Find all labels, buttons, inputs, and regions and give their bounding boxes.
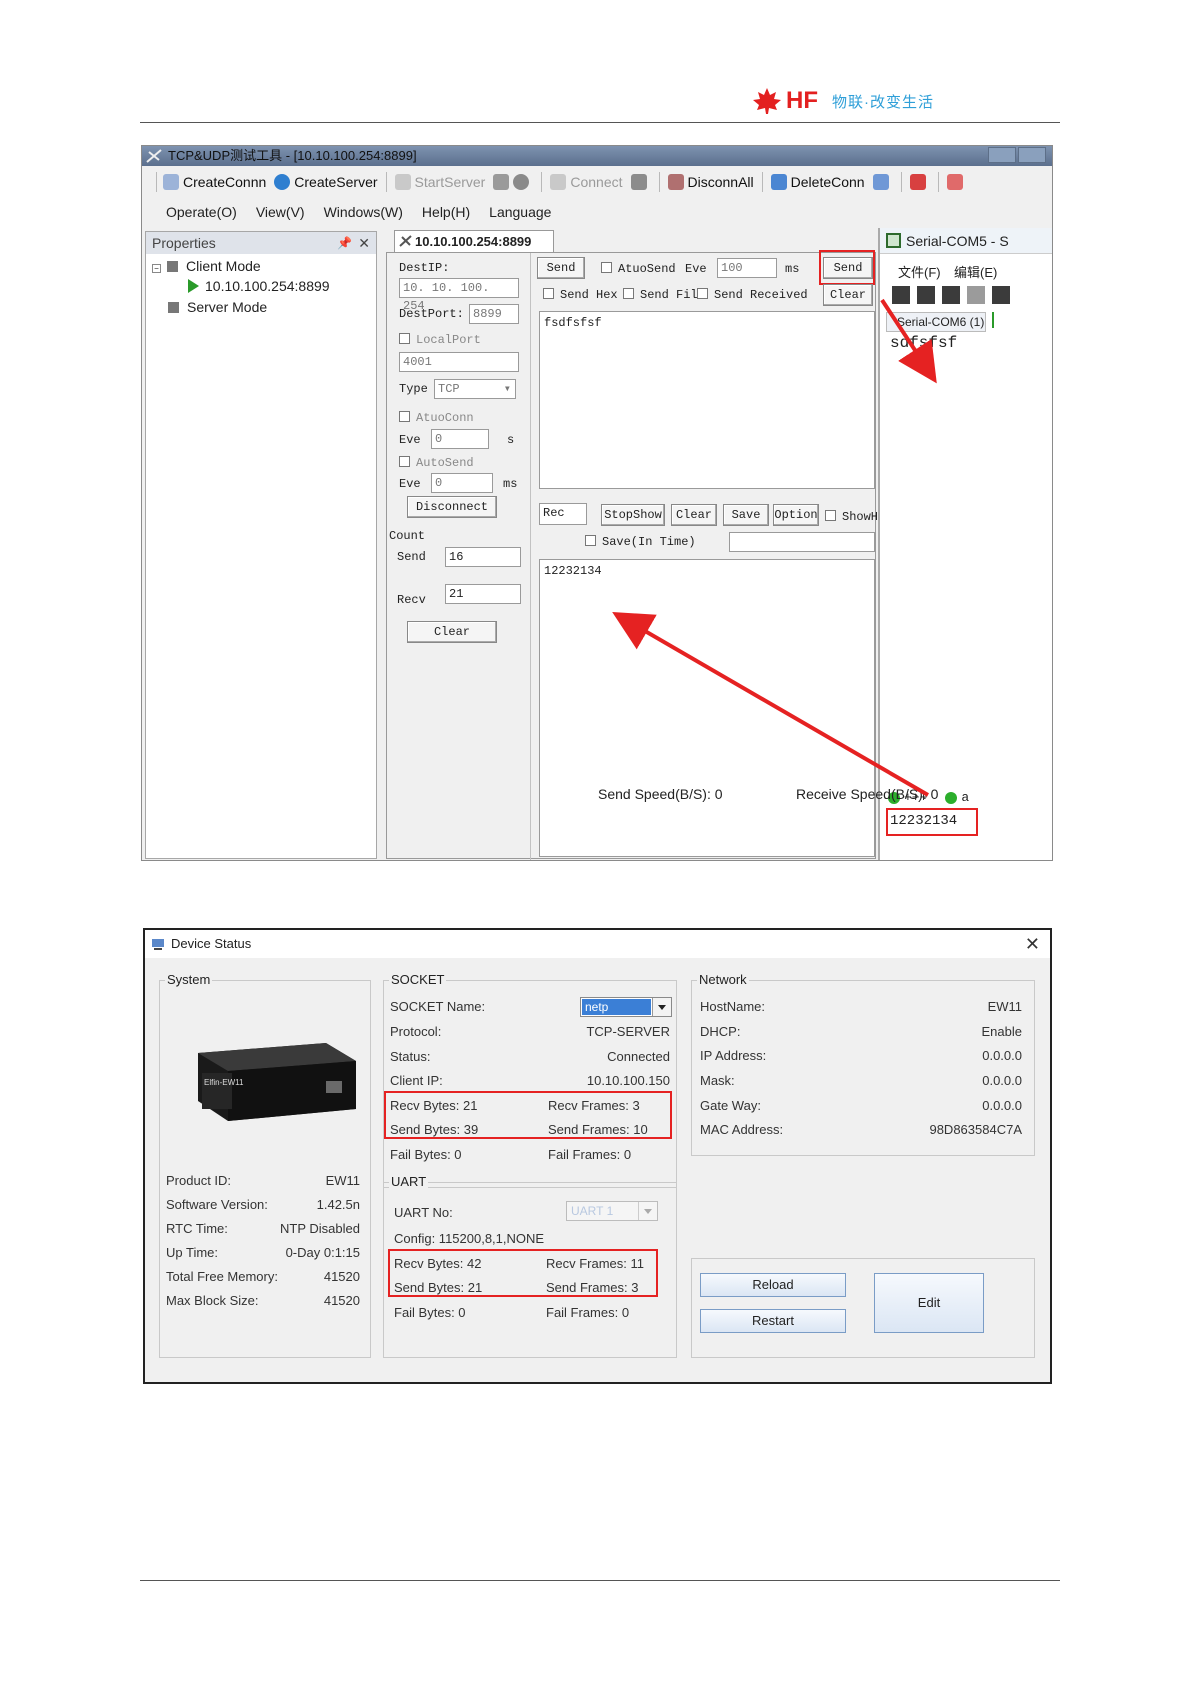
network-group-label: Network bbox=[697, 972, 749, 988]
client-ip-label: Client IP: bbox=[390, 1073, 443, 1088]
status-label: Status: bbox=[390, 1049, 431, 1064]
up-time-value: 0-Day 0:1:15 bbox=[285, 1245, 360, 1260]
software-version-value: 1.42.5n bbox=[316, 1197, 360, 1212]
rtc-time-label: RTC Time: bbox=[166, 1221, 228, 1236]
mask-value: 0.0.0.0 bbox=[982, 1073, 1022, 1088]
socket-group-label: SOCKET bbox=[389, 972, 447, 988]
restart-button[interactable]: Restart bbox=[700, 1309, 846, 1333]
socket-name-select[interactable]: netp bbox=[580, 997, 672, 1017]
mac-address-label: MAC Address: bbox=[700, 1122, 784, 1137]
ip-address-value: 0.0.0.0 bbox=[982, 1048, 1022, 1063]
network-group: Network HostName: EW11 DHCP: Enable IP A… bbox=[691, 972, 1035, 1156]
edit-button[interactable]: Edit bbox=[874, 1273, 984, 1333]
hostname-value: EW11 bbox=[987, 999, 1022, 1014]
dhcp-value: Enable bbox=[981, 1024, 1022, 1039]
system-group-label: System bbox=[165, 972, 213, 988]
actions-group: Reload Restart Edit bbox=[691, 1258, 1035, 1358]
software-version-label: Software Version: bbox=[166, 1197, 268, 1212]
protocol-value: TCP-SERVER bbox=[586, 1024, 670, 1039]
device-icon bbox=[152, 939, 164, 950]
socket-fail-frames: Fail Frames: 0 bbox=[548, 1147, 632, 1162]
client-ip-value: 10.10.100.150 bbox=[586, 1073, 670, 1088]
close-icon[interactable]: ✕ bbox=[1025, 930, 1040, 958]
annotation-arrows bbox=[612, 298, 937, 797]
status-value: Connected bbox=[607, 1049, 670, 1064]
product-id-label: Product ID: bbox=[166, 1173, 232, 1188]
up-time-label: Up Time: bbox=[166, 1245, 219, 1260]
total-free-memory-value: 41520 bbox=[323, 1269, 360, 1284]
system-group: System Elfin-EW11 Product ID: EW11 Softw… bbox=[159, 972, 371, 1358]
socket-fail-bytes: Fail Bytes: 0 bbox=[390, 1147, 462, 1162]
socket-group: SOCKET SOCKET Name: netp Protocol: TCP-S… bbox=[383, 972, 677, 1188]
socket-name-label: SOCKET Name: bbox=[390, 999, 486, 1014]
ew11-device-image: Elfin-EW11 bbox=[198, 1043, 356, 1121]
device-brand-text: Elfin-EW11 bbox=[204, 1078, 244, 1087]
hostname-label: HostName: bbox=[700, 999, 766, 1014]
rtc-time-value: NTP Disabled bbox=[280, 1221, 360, 1236]
highlight-socket-counters bbox=[384, 1091, 672, 1139]
gateway-value: 0.0.0.0 bbox=[982, 1098, 1022, 1113]
uart-no-label: UART No: bbox=[394, 1205, 453, 1220]
uart-group: UART UART No: UART 1 Config: 115200,8,1,… bbox=[383, 1174, 677, 1358]
total-free-memory-label: Total Free Memory: bbox=[166, 1269, 278, 1284]
max-block-size-label: Max Block Size: bbox=[166, 1293, 259, 1308]
gateway-label: Gate Way: bbox=[700, 1098, 761, 1113]
ip-address-label: IP Address: bbox=[700, 1048, 767, 1063]
uart-group-label: UART bbox=[389, 1174, 429, 1190]
device-status-window: Device Status ✕ System Elfin-EW11 Produc… bbox=[143, 928, 1052, 1384]
product-id-value: EW11 bbox=[325, 1173, 360, 1188]
chevron-down-icon bbox=[638, 1202, 657, 1220]
arrow-serial-to-recv bbox=[612, 611, 930, 797]
uart-no-select: UART 1 bbox=[566, 1201, 658, 1221]
max-block-size-value: 41520 bbox=[323, 1293, 360, 1308]
dhcp-label: DHCP: bbox=[700, 1024, 741, 1039]
footer-rule bbox=[140, 1580, 1060, 1581]
arrow-send-to-serial bbox=[880, 298, 937, 384]
highlight-uart-counters bbox=[388, 1249, 658, 1297]
uart-fail-bytes: Fail Bytes: 0 bbox=[394, 1305, 466, 1320]
chevron-down-icon[interactable] bbox=[652, 998, 671, 1016]
mask-label: Mask: bbox=[700, 1073, 735, 1088]
protocol-label: Protocol: bbox=[390, 1024, 442, 1039]
device-status-titlebar: Device Status ✕ bbox=[145, 930, 1050, 958]
reload-button[interactable]: Reload bbox=[700, 1273, 846, 1297]
uart-config: Config: 115200,8,1,NONE bbox=[394, 1231, 545, 1246]
mac-address-value: 98D863584C7A bbox=[929, 1122, 1022, 1137]
device-status-title: Device Status bbox=[171, 936, 252, 951]
uart-fail-frames: Fail Frames: 0 bbox=[546, 1305, 630, 1320]
